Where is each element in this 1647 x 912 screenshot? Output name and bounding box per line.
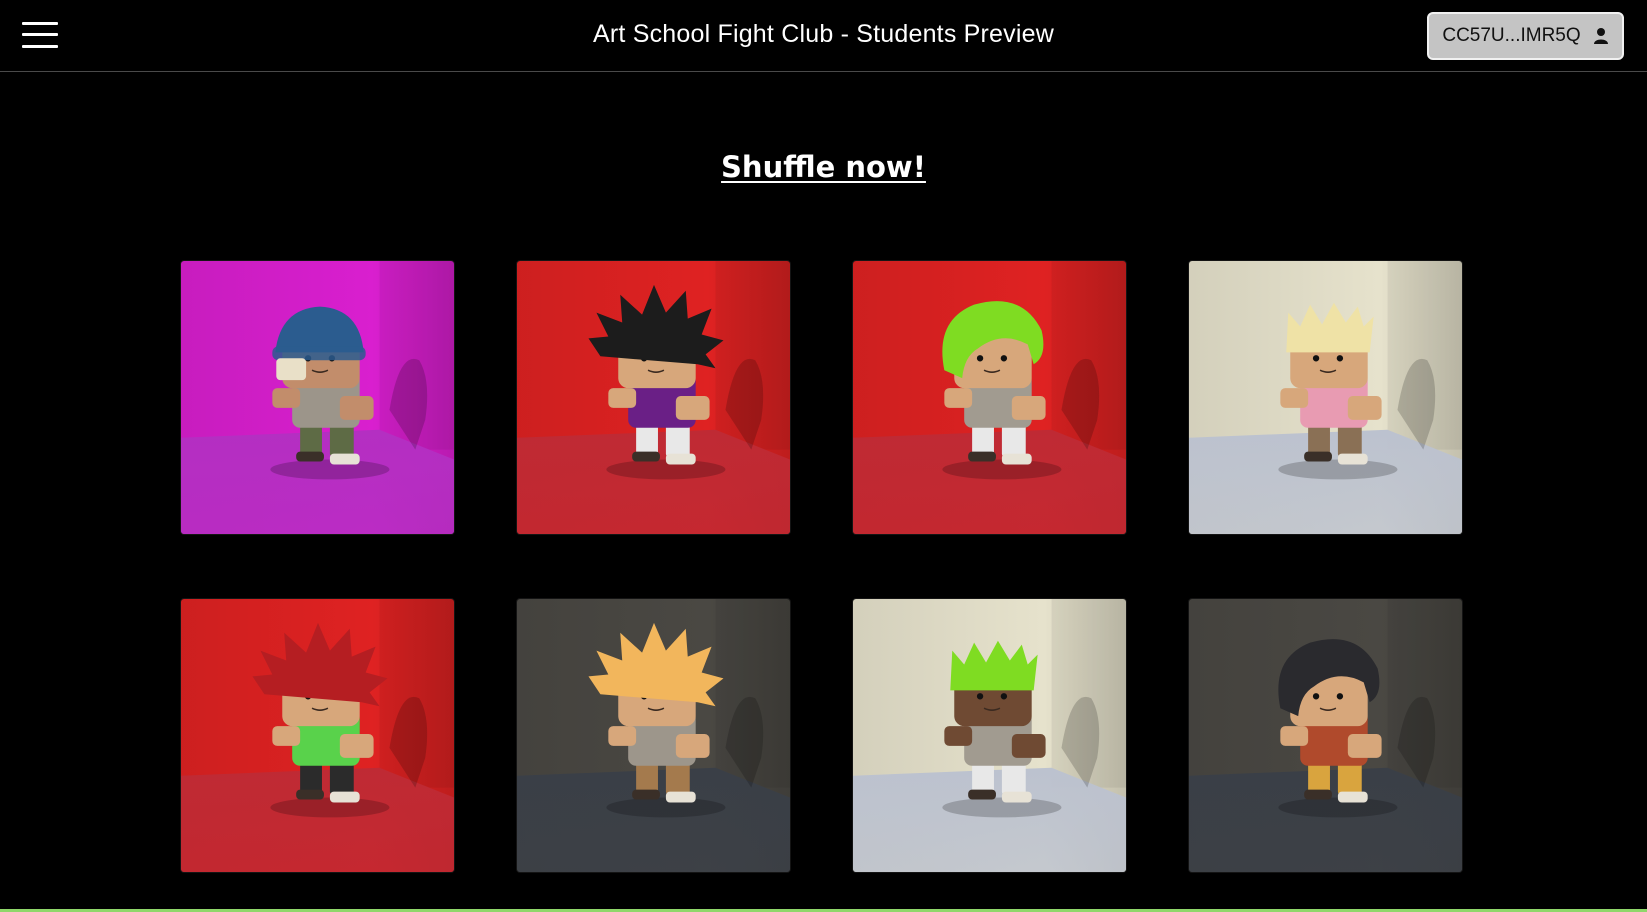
student-card[interactable] [852, 260, 1127, 535]
student-grid [180, 260, 1463, 873]
student-card[interactable] [852, 598, 1127, 873]
account-address: CC57U...IMR5Q [1442, 25, 1581, 46]
student-avatar-image [181, 599, 454, 872]
student-avatar-image [181, 261, 454, 534]
person-icon [1593, 28, 1608, 44]
student-card[interactable] [1188, 260, 1463, 535]
student-card[interactable] [180, 260, 455, 535]
student-avatar-image [1189, 261, 1462, 534]
student-avatar-image [1189, 599, 1462, 872]
page-title: Art School Fight Club - Students Preview [593, 20, 1054, 48]
top-navbar: Art School Fight Club - Students Preview… [0, 0, 1647, 72]
account-button[interactable]: CC57U...IMR5Q [1427, 12, 1624, 60]
student-avatar-image [853, 599, 1126, 872]
student-card[interactable] [180, 598, 455, 873]
student-card[interactable] [516, 260, 791, 535]
shuffle-now-link[interactable]: Shuffle now! [0, 150, 1647, 184]
student-card[interactable] [1188, 598, 1463, 873]
student-avatar-image [517, 599, 790, 872]
student-card[interactable] [516, 598, 791, 873]
student-avatar-image [517, 261, 790, 534]
student-avatar-image [853, 261, 1126, 534]
